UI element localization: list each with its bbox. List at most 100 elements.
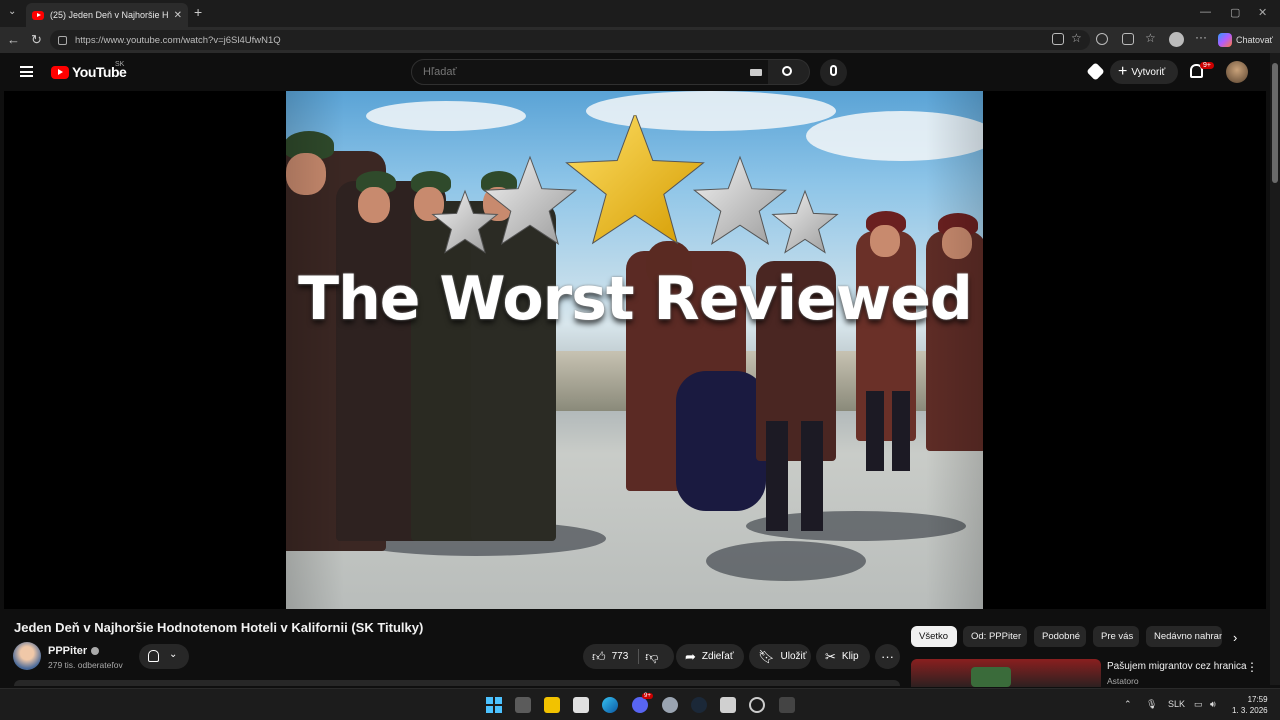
like-thumb-icon[interactable]: 👍︎ [592, 649, 606, 665]
recommended-thumbnail[interactable] [911, 659, 1101, 687]
input-language[interactable]: SLK [1168, 699, 1185, 709]
restore-icon[interactable]: ▢ [1230, 6, 1240, 19]
obs-icon[interactable] [749, 697, 765, 713]
microphone-tray-icon[interactable]: 🎙︎ [1146, 699, 1157, 710]
browser-tab-active[interactable]: (25) Jeden Deň v Najhoršie Hodnot ✕ [26, 3, 188, 27]
clock-time: 17:59 [1247, 695, 1268, 704]
microphone-icon [830, 65, 837, 76]
url-text: https://www.youtube.com/watch?v=j6Sl4Ufw… [75, 34, 281, 46]
address-bar-row: ← ↻ https://www.youtube.com/watch?v=j6Sl… [0, 27, 1280, 53]
video-overlay-title: The Worst Reviewed [298, 264, 973, 334]
extensions-icon[interactable] [1096, 33, 1108, 45]
silver-star-icon [482, 155, 578, 245]
app-icon-2[interactable] [779, 697, 795, 713]
channel-name-link[interactable]: PPPiter [48, 645, 100, 657]
favorite-star-icon[interactable]: ☆ [1071, 31, 1082, 45]
clip-button[interactable]: ✂ Klip [816, 644, 870, 669]
tab-list-chevron-icon[interactable]: ⌄ [8, 6, 16, 17]
profile-icon[interactable] [1169, 32, 1184, 47]
silver-star-icon [431, 189, 499, 254]
new-tab-plus-icon[interactable]: + [194, 4, 202, 20]
recommended-title[interactable]: Pašujem migrantov cez hranica [1107, 661, 1247, 672]
save-button[interactable]: 🔖︎ Uložiť [749, 644, 811, 669]
channel-avatar[interactable] [13, 642, 41, 670]
channel-name: PPPiter [48, 645, 88, 657]
more-dots-icon: ··· [881, 649, 894, 664]
share-button[interactable]: ➦ Zdieľať [676, 644, 744, 669]
search-input[interactable] [423, 66, 723, 78]
like-dislike-group: 👍︎ 773 👎︎ [583, 644, 674, 669]
clock-date: 1. 3. 2026 [1232, 706, 1268, 715]
microsoft-store-icon[interactable] [573, 697, 589, 713]
account-avatar[interactable] [1226, 61, 1248, 83]
copilot-label: Chatovať [1236, 35, 1273, 45]
youtube-logo[interactable]: YouTube SK [51, 61, 127, 80]
guide-menu-icon[interactable] [20, 66, 33, 77]
like-count[interactable]: 773 [612, 651, 629, 662]
address-bar[interactable]: https://www.youtube.com/watch?v=j6Sl4Ufw… [50, 30, 1090, 50]
tab-close-icon[interactable]: ✕ [174, 10, 182, 21]
youtube-play-logo-icon [51, 65, 69, 79]
country-code: SK [115, 61, 125, 68]
volume-icon[interactable]: 🔊︎ [1210, 699, 1216, 710]
bell-icon [148, 650, 159, 662]
scrollbar-thumb[interactable] [1272, 63, 1278, 183]
subscription-bell-button[interactable]: ⌄ [139, 644, 189, 669]
youtube-favicon-icon [32, 10, 44, 20]
video-title: Jeden Deň v Najhoršie Hodnotenom Hoteli … [14, 620, 424, 635]
gold-star-icon [565, 115, 705, 245]
youtube-header: YouTube SK + Vytvoriť 9+ [0, 53, 1270, 91]
windows-start-icon[interactable] [486, 697, 502, 713]
verified-check-icon [91, 647, 100, 655]
plus-icon: + [1118, 63, 1128, 80]
dislike-thumb-icon[interactable]: 👎︎ [645, 649, 658, 665]
favorites-collection-icon[interactable]: ☆ [1145, 31, 1156, 45]
description-box[interactable] [14, 680, 900, 686]
search-box[interactable] [411, 59, 769, 85]
bookmark-icon: 🔖︎ [758, 648, 775, 664]
chip-recently-uploaded[interactable]: Nedávno nahran [1146, 626, 1222, 647]
clip-label: Klip [841, 651, 859, 662]
window-close-icon[interactable]: ✕ [1258, 6, 1267, 19]
refresh-icon[interactable]: ↻ [31, 32, 42, 48]
search-icon [782, 66, 792, 76]
app-icon[interactable] [720, 697, 736, 713]
discord-badge: 9+ [642, 693, 653, 699]
copilot-button[interactable]: Chatovať [1218, 33, 1273, 47]
network-icon[interactable]: ▭ [1194, 699, 1203, 710]
recommended-more-icon[interactable]: ⋮ [1246, 660, 1258, 674]
chip-from-channel[interactable]: Od: PPPiter [963, 626, 1027, 647]
task-view-icon[interactable] [515, 697, 531, 713]
page-scrollbar[interactable] [1270, 53, 1280, 685]
edge-browser-icon[interactable] [602, 697, 618, 713]
create-button[interactable]: + Vytvoriť [1110, 60, 1178, 84]
notification-badge: 9+ [1200, 62, 1214, 69]
search-button[interactable] [768, 59, 810, 85]
steam-icon[interactable] [691, 697, 707, 713]
video-right-vignette [926, 91, 1266, 609]
silver-star-icon [692, 155, 788, 245]
silver-star-icon [771, 189, 839, 254]
chevron-right-icon[interactable]: › [1233, 630, 1237, 645]
chip-for-you[interactable]: Pre vás [1093, 626, 1139, 647]
back-arrow-icon[interactable]: ← [7, 32, 20, 47]
create-label: Vytvoriť [1131, 66, 1166, 78]
voice-search-button[interactable] [820, 59, 847, 86]
minimize-icon[interactable]: — [1200, 6, 1211, 18]
open-in-app-icon[interactable] [1052, 33, 1064, 45]
tab-title: (25) Jeden Deň v Najhoršie Hodnot [50, 10, 168, 20]
reading-mode-icon[interactable] [1122, 33, 1134, 45]
browser-menu-icon[interactable]: ··· [1195, 30, 1207, 44]
more-actions-button[interactable]: ··· [875, 644, 900, 669]
taskbar-clock[interactable]: 17:59 1. 3. 2026 [1232, 694, 1268, 716]
discord-icon[interactable] [632, 697, 648, 713]
site-info-icon[interactable] [58, 35, 67, 45]
keyboard-icon[interactable] [750, 69, 762, 76]
create-sparkle-icon[interactable] [1086, 62, 1105, 81]
chip-all[interactable]: Všetko [911, 626, 957, 647]
recommended-channel[interactable]: Astatoro [1107, 676, 1139, 686]
settings-gear-icon[interactable] [662, 697, 678, 713]
file-explorer-icon[interactable] [544, 697, 560, 713]
tray-overflow-chevron-icon[interactable]: ⌃ [1124, 699, 1132, 710]
chip-related[interactable]: Podobné [1034, 626, 1086, 647]
